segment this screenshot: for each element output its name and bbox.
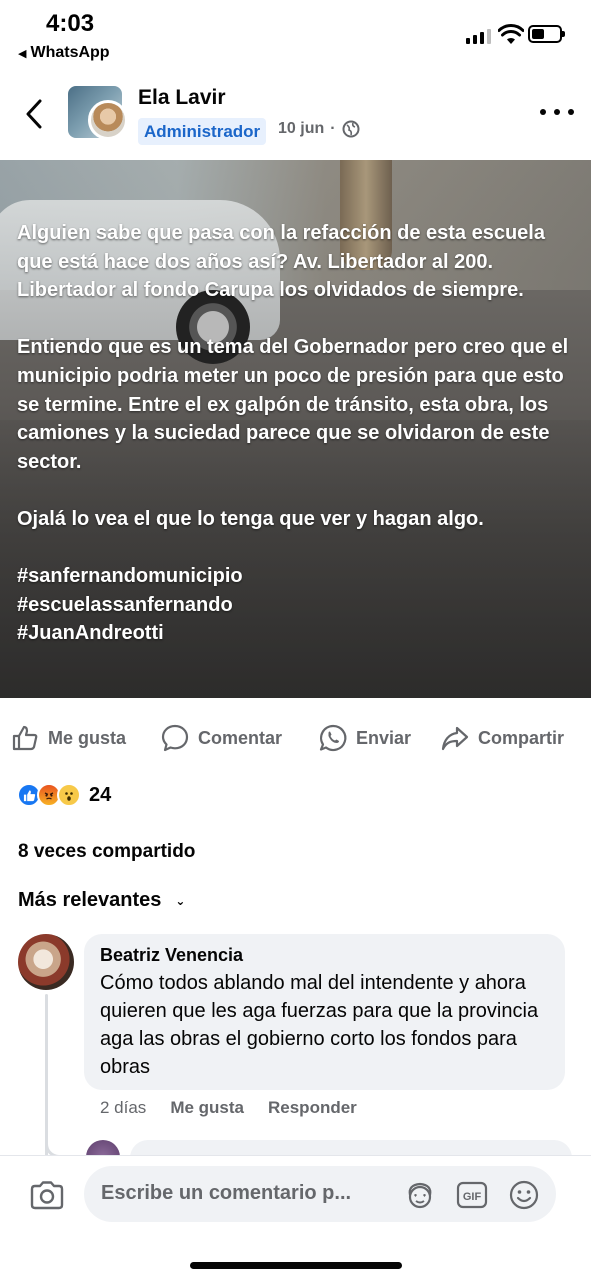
share-label: Compartir: [478, 727, 565, 748]
emoji-button[interactable]: [508, 1179, 540, 1211]
wow-reaction-icon: [57, 783, 81, 807]
comment-input[interactable]: Escribe un comentario p... GIF: [84, 1166, 556, 1222]
comment-composer: Escribe un comentario p... GIF: [0, 1156, 591, 1280]
post-image[interactable]: Alguien sabe que pasa con la refacción d…: [0, 160, 591, 698]
status-time: 4:03: [46, 10, 95, 37]
meta-separator: ·: [330, 120, 336, 137]
post-header: Ela Lavir Administrador 10 jun ·: [0, 78, 591, 156]
reactions-summary[interactable]: 24: [17, 780, 111, 810]
post-paragraph: Ojalá lo vea el que lo tenga que ver y h…: [17, 507, 484, 530]
share-count[interactable]: 8 veces compartido: [18, 841, 195, 863]
hashtag-list: #sanfernandomunicipio #escuelassanfernan…: [17, 562, 582, 648]
comment-text: Cómo todos ablando mal del intendente y …: [100, 972, 539, 1078]
thumbs-up-icon: [12, 725, 38, 751]
post-date[interactable]: 10 jun: [278, 120, 324, 138]
whatsapp-icon: [319, 724, 347, 752]
post-paragraph: Entiendo que es un tema del Gobernador p…: [17, 336, 569, 473]
chevron-down-icon: ⌄: [175, 893, 186, 908]
post-text: Alguien sabe que pasa con la refacción d…: [17, 219, 582, 648]
dot-icon: [568, 109, 574, 115]
comment-author[interactable]: Beatriz Venencia: [100, 944, 549, 966]
avatar-sticker-icon: [408, 1182, 432, 1209]
return-app-label: WhatsApp: [30, 44, 110, 61]
comment-placeholder: Escribe un comentario p...: [101, 1182, 352, 1204]
hashtag-link[interactable]: #sanfernandomunicipio: [17, 565, 243, 587]
more-options-button[interactable]: [540, 100, 574, 124]
like-button[interactable]: Me gusta: [10, 716, 126, 760]
share-arrow-icon: [441, 726, 469, 751]
share-button[interactable]: Compartir: [440, 716, 564, 760]
post-meta: 10 jun ·: [278, 120, 360, 138]
comment-bubble-icon: [161, 724, 189, 752]
comment-sort-dropdown[interactable]: Más relevantes ⌄: [18, 889, 185, 912]
post-paragraph: Alguien sabe que pasa con la refacción d…: [17, 222, 545, 302]
hashtag-link[interactable]: #escuelassanfernando: [17, 594, 233, 616]
comment-label: Comentar: [198, 727, 283, 748]
dot-icon: [554, 109, 560, 115]
admin-badge: Administrador: [138, 118, 267, 145]
back-button[interactable]: [18, 94, 50, 134]
svg-text:GIF: GIF: [463, 1191, 482, 1203]
chevron-left-icon: [26, 99, 42, 129]
gif-icon: GIF: [456, 1181, 488, 1209]
comment-like-button[interactable]: Me gusta: [170, 1098, 244, 1118]
battery-icon: [528, 25, 565, 43]
globe-icon: [342, 120, 360, 138]
sort-label: Más relevantes: [18, 889, 162, 911]
comment-button[interactable]: Comentar: [160, 716, 282, 760]
hashtag-link[interactable]: #JuanAndreotti: [17, 622, 164, 644]
return-to-app-link[interactable]: ◀ WhatsApp: [18, 44, 110, 62]
cellular-signal-icon: [466, 28, 492, 44]
wifi-icon: [498, 24, 524, 44]
home-indicator[interactable]: [190, 1262, 402, 1269]
camera-button[interactable]: [28, 1176, 66, 1214]
gif-button[interactable]: GIF: [456, 1179, 488, 1211]
dot-icon: [540, 109, 546, 115]
send-label: Enviar: [356, 727, 412, 748]
status-bar: 4:03 ◀ WhatsApp: [0, 0, 591, 70]
reaction-count: 24: [89, 783, 112, 806]
comment-actions: 2 días Me gusta Responder: [100, 1098, 357, 1118]
smiley-icon: [509, 1180, 539, 1210]
send-whatsapp-button[interactable]: Enviar: [318, 716, 411, 760]
author-name[interactable]: Ela Lavir: [138, 86, 226, 110]
author-avatar[interactable]: [88, 100, 128, 140]
comment-age: 2 días: [100, 1098, 147, 1117]
camera-icon: [30, 1181, 64, 1210]
comment-reply-button[interactable]: Responder: [268, 1098, 357, 1118]
commenter-avatar[interactable]: [18, 934, 74, 990]
avatar-sticker-button[interactable]: [404, 1179, 436, 1211]
post-action-bar: Me gusta Comentar Enviar Compartir: [0, 716, 591, 760]
like-label: Me gusta: [48, 727, 127, 748]
comment-bubble[interactable]: Beatriz Venencia Cómo todos ablando mal …: [84, 934, 565, 1090]
back-triangle-icon: ◀: [18, 48, 27, 60]
thread-branch: [45, 1122, 85, 1158]
